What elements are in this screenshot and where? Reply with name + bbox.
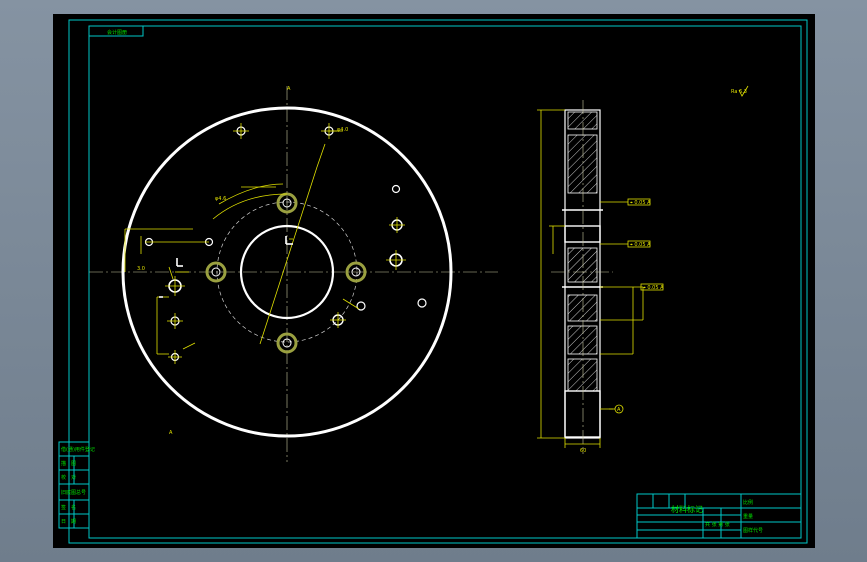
hatch-4 (567, 294, 598, 322)
title-sheet-label: 共 张 第 张 (705, 521, 730, 528)
left-panel-row-1: 借(通)用件登记 (61, 446, 95, 453)
front-dimension-lines (124, 130, 360, 355)
front-view: A A φ4.6 φ4.0 3.0 (89, 86, 498, 462)
drawing-svg: 会计图册 Ra 6.3 A A φ4.6 φ4.0 3.0 ⌖ 0.05 A ⌖… (58, 19, 808, 544)
hatch-5 (567, 325, 598, 355)
tol-frame-3: ⌖ 0.05 A (643, 285, 664, 291)
hatch-2 (567, 134, 598, 194)
small-hole-6 (417, 298, 427, 308)
title-block: 材料标记 比例 重量 图样代号 共 张 第 张 (636, 493, 802, 539)
title-weight-label: 重量 (743, 513, 753, 520)
dim-pitch-label: φ4.6 (215, 196, 226, 202)
hatch-6 (567, 358, 598, 392)
drawing-canvas[interactable]: 会计图册 Ra 6.3 A A φ4.6 φ4.0 3.0 ⌖ 0.05 A ⌖… (53, 14, 815, 548)
title-scale-label: 比例 (743, 499, 753, 506)
left-panel-row-3: 校 对 (61, 474, 76, 481)
title-drawing-no-label: 图样代号 (743, 527, 763, 534)
section-marker-top: A (287, 86, 291, 92)
corner-label: 会计图册 (107, 29, 127, 36)
dim-height-label: 3.0 (137, 266, 145, 272)
title-block-box (636, 493, 802, 539)
tol-frame-1: ⌖ 0.05 A (630, 200, 651, 206)
datum-balloon-label: A (617, 407, 621, 413)
section-bottom-block (564, 390, 601, 438)
small-hole-3 (391, 184, 401, 194)
left-panel-row-5: 签 名 (61, 504, 76, 511)
left-panel-row-2: 描 图 (61, 460, 76, 467)
section-marker-bottom: A (169, 430, 173, 436)
tol-frame-2: ⌖ 0.05 A (630, 242, 651, 248)
cad-viewport[interactable]: 会计图册 Ra 6.3 A A φ4.6 φ4.0 3.0 ⌖ 0.05 A ⌖… (0, 0, 867, 562)
position-marks (159, 236, 293, 298)
left-panel: 借(通)用件登记 描 图 校 对 旧底图总号 签 名 日 期 (58, 441, 95, 529)
hatch-3 (567, 247, 598, 283)
dim-bore-label: φ4.0 (337, 127, 348, 133)
left-panel-row-4: 旧底图总号 (61, 489, 86, 496)
left-panel-row-6: 日 期 (61, 519, 76, 525)
dim-thickness-label: 60 (580, 448, 586, 454)
section-view: ⌖ 0.05 A ⌖ 0.05 A ⌖ 0.05 A A 60 (537, 100, 664, 454)
inner-frame (88, 25, 802, 539)
section-bore-slot (564, 225, 601, 243)
hatch-1 (567, 111, 598, 130)
title-material-mark: 材料标记 (671, 504, 703, 514)
